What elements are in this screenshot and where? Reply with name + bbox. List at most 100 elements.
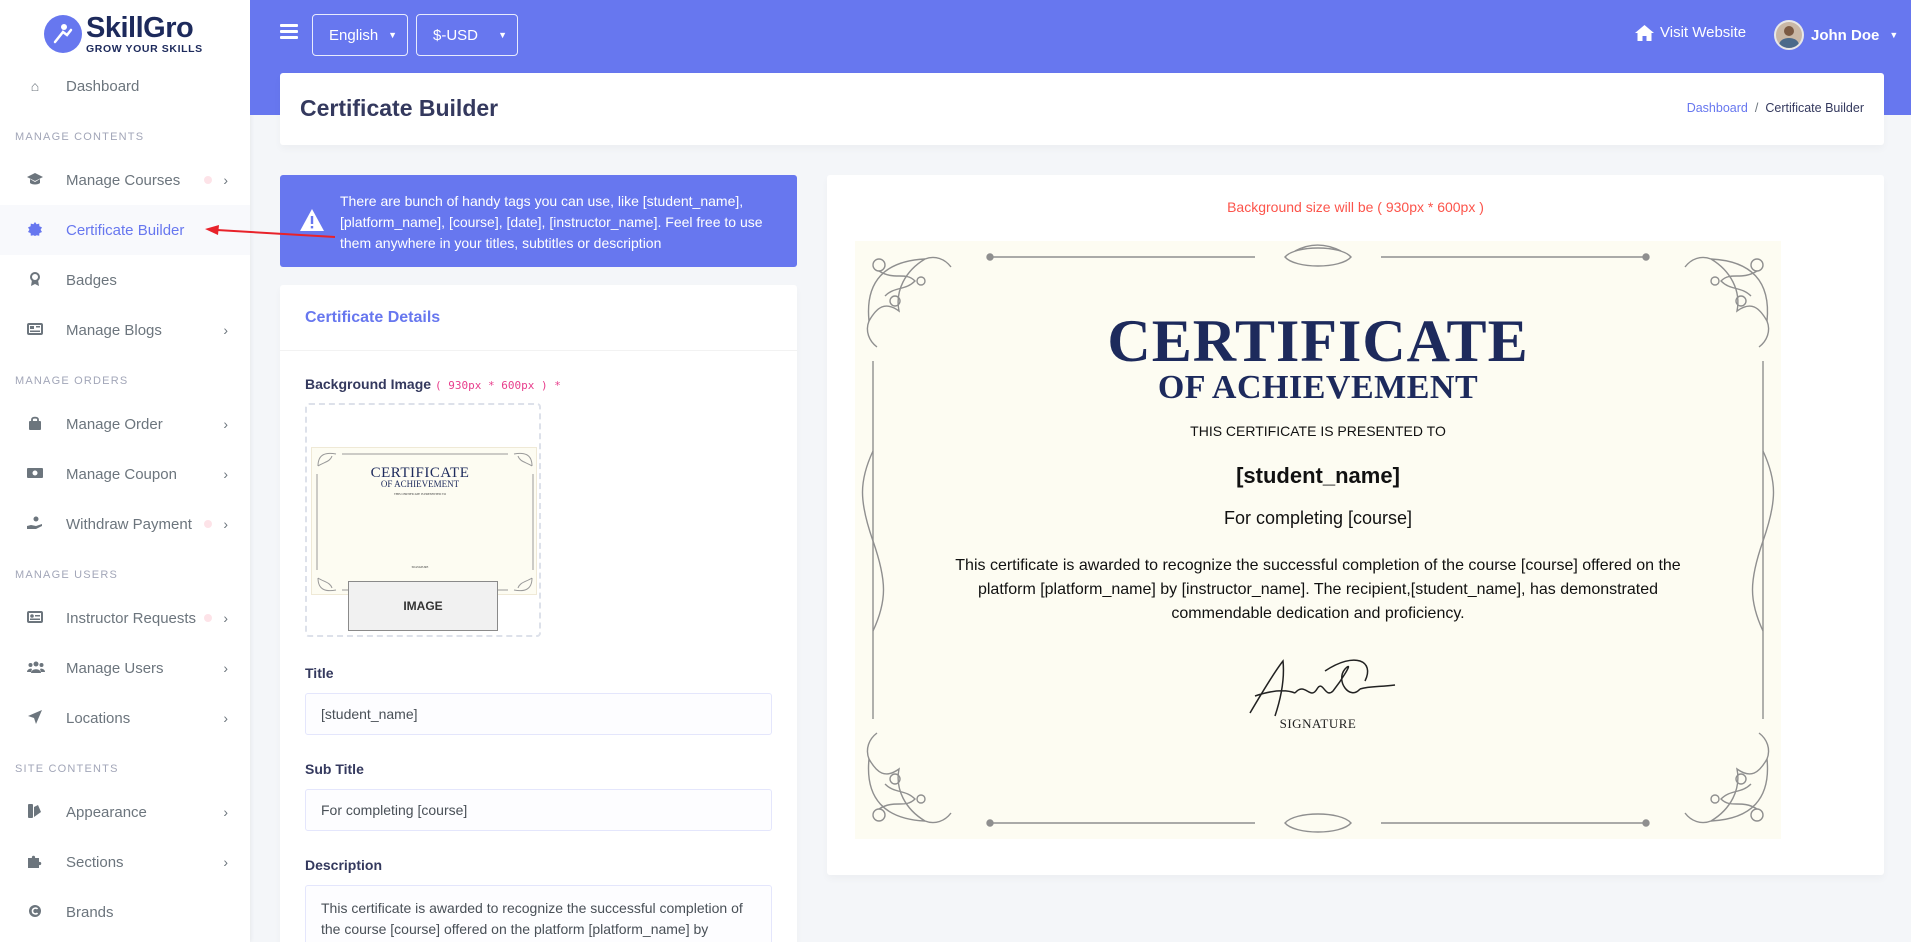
language-select-value: English: [329, 26, 379, 44]
certificate-student-name: [student_name]: [1236, 463, 1400, 488]
language-select[interactable]: English ▼: [312, 14, 408, 56]
certificate-signature-label: SIGNATURE: [1279, 716, 1357, 731]
sidebar-item-label: Sections: [66, 853, 124, 871]
user-menu[interactable]: John Doe ▼: [1774, 20, 1898, 50]
chevron-right-icon: ›: [223, 854, 228, 870]
sidebar-item-label: Manage Coupon: [66, 465, 177, 483]
sidebar-item-locations[interactable]: Locations ›: [0, 693, 250, 743]
sidebar-item-brands[interactable]: Brands: [0, 887, 250, 937]
sidebar-item-label: Badges: [66, 271, 117, 289]
chevron-right-icon: ›: [223, 516, 228, 532]
breadcrumb-dashboard-link[interactable]: Dashboard: [1687, 101, 1748, 115]
sidebar-item-label: Certificate Builder: [66, 221, 185, 239]
copyright-icon: [27, 904, 43, 921]
sidebar-item-manage-coupon[interactable]: Manage Coupon ›: [0, 449, 250, 499]
certificate-heading: CERTIFICATE: [1107, 308, 1529, 374]
notification-dot: [204, 176, 212, 184]
certificate-icon: [27, 221, 43, 239]
certificate-preview-card: Background size will be ( 930px * 600px …: [827, 175, 1884, 875]
sidebar-item-withdraw-payment[interactable]: Withdraw Payment ›: [0, 499, 250, 549]
background-image-upload[interactable]: CERTIFICATE OF ACHIEVEMENT THIS CERTIFIC…: [305, 403, 541, 637]
newspaper-icon: [27, 322, 43, 338]
card-header: Certificate Details: [280, 285, 797, 351]
sidebar-item-manage-blogs[interactable]: Manage Blogs ›: [0, 305, 250, 355]
avatar: [1774, 20, 1804, 50]
sidebar-item-appearance[interactable]: Appearance ›: [0, 787, 250, 837]
signature-scribble: [1249, 659, 1396, 717]
chevron-right-icon: ›: [223, 172, 228, 188]
currency-select-value: $-USD: [433, 26, 479, 44]
thumbnail-presented: THIS CERTIFICATE IS PRESENTED TO: [394, 492, 446, 496]
sidebar-header-site-contents: SITE CONTENTS: [15, 763, 119, 775]
background-image-label: Background Image( 930px * 600px ) *: [305, 376, 561, 392]
breadcrumb-current: Certificate Builder: [1765, 101, 1864, 115]
brand-logo-icon: [44, 15, 82, 53]
sidebar-item-label: Manage Blogs: [66, 321, 162, 339]
sidebar-item-sections[interactable]: Sections ›: [0, 837, 250, 887]
sidebar-item-label: Dashboard: [66, 77, 140, 95]
sidebar-item-label: Instructor Requests: [66, 609, 197, 627]
sidebar-item-label: Appearance: [66, 803, 147, 821]
home-icon: [1635, 24, 1654, 41]
sidebar-item-label: Manage Order: [66, 415, 163, 433]
puzzle-icon: [27, 854, 43, 871]
sidebar-item-manage-courses[interactable]: Manage Courses ›: [0, 155, 250, 205]
thumbnail-signature: SIGNATURE: [411, 565, 429, 569]
sidebar-item-label: Locations: [66, 709, 131, 727]
subtitle-input[interactable]: For completing [course]: [305, 789, 772, 831]
sidebar-header-manage-users: MANAGE USERS: [15, 569, 119, 581]
sidebar-item-badges[interactable]: Badges: [0, 255, 250, 305]
caret-down-icon: ▼: [1889, 30, 1899, 40]
graduation-cap-icon: [27, 172, 43, 189]
annotation-arrow: [205, 225, 335, 238]
certificate-presented-to: THIS CERTIFICATE IS PRESENTED TO: [1190, 423, 1446, 439]
users-icon: [27, 660, 45, 676]
sidebar-item-dashboard[interactable]: ⌂ Dashboard: [0, 61, 250, 111]
currency-select[interactable]: $-USD ▼: [416, 14, 518, 56]
sidebar-item-label: Manage Courses: [66, 171, 181, 189]
tags-info-alert: There are bunch of handy tags you can us…: [280, 175, 797, 267]
brand-name: SkillGro: [86, 11, 194, 44]
description-textarea[interactable]: This certificate is awarded to recognize…: [305, 885, 772, 942]
chevron-right-icon: ›: [223, 322, 228, 338]
description-label: Description: [305, 857, 383, 873]
sidebar-item-label: Brands: [66, 903, 114, 921]
money-icon: [27, 466, 43, 482]
menu-toggle-icon[interactable]: [280, 24, 298, 40]
image-upload-button[interactable]: IMAGE: [348, 581, 498, 631]
sidebar-item-label: Withdraw Payment: [66, 515, 192, 533]
page-title: Certificate Builder: [300, 95, 499, 121]
sidebar-item-manage-order[interactable]: Manage Order ›: [0, 399, 250, 449]
title-input[interactable]: [student_name]: [305, 693, 772, 735]
paint-icon: [27, 803, 43, 821]
caret-down-icon: ▼: [388, 30, 397, 40]
sidebar-item-manage-users[interactable]: Manage Users ›: [0, 643, 250, 693]
sidebar: SkillGro GROW YOUR SKILLS ⌂ Dashboard MA…: [0, 0, 250, 942]
thumbnail-subheading: OF ACHIEVEMENT: [380, 479, 460, 489]
chevron-right-icon: ›: [223, 660, 228, 676]
certificate-description: This certificate is awarded to recognize…: [955, 557, 1681, 622]
certificate-subtitle: For completing [course]: [1223, 508, 1413, 528]
breadcrumb-separator: /: [1754, 101, 1759, 115]
notification-dot: [204, 614, 212, 622]
brand[interactable]: SkillGro GROW YOUR SKILLS: [0, 0, 250, 68]
user-name: John Doe: [1811, 26, 1880, 44]
section-header: Certificate Builder Dashboard / Certific…: [280, 73, 1884, 145]
sidebar-header-manage-orders: MANAGE ORDERS: [15, 375, 129, 387]
background-size-note: Background size will be ( 930px * 600px …: [1227, 199, 1484, 215]
sidebar-item-instructor-requests[interactable]: Instructor Requests ›: [0, 593, 250, 643]
chevron-right-icon: ›: [223, 710, 228, 726]
id-card-icon: [27, 610, 43, 626]
visit-website-label: Visit Website: [1660, 24, 1747, 41]
visit-website-link[interactable]: Visit Website: [1635, 24, 1746, 41]
location-arrow-icon: [27, 709, 43, 727]
notification-dot: [204, 520, 212, 528]
home-icon: ⌂: [30, 78, 40, 94]
chevron-right-icon: ›: [223, 466, 228, 482]
sidebar-item-label: Manage Users: [66, 659, 164, 677]
shopping-bag-icon: [27, 416, 43, 433]
certificate-subheading: OF ACHIEVEMENT: [1157, 369, 1479, 406]
background-size-hint: ( 930px * 600px ) *: [435, 379, 561, 392]
breadcrumb: Dashboard / Certificate Builder: [1687, 101, 1864, 115]
caret-down-icon: ▼: [498, 30, 507, 40]
